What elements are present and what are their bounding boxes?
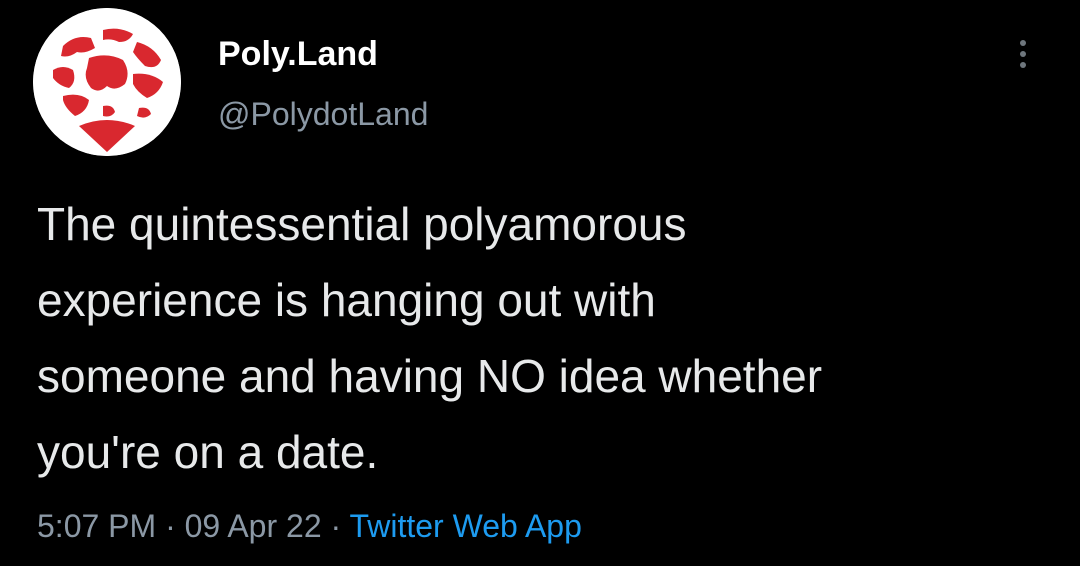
more-vertical-icon-dot bbox=[1020, 62, 1026, 68]
more-options-button[interactable] bbox=[1008, 34, 1038, 74]
tweet-card: Poly.Land @PolydotLand The quintessentia… bbox=[0, 0, 1080, 566]
tweet-text: The quintessential polyamorous experienc… bbox=[37, 186, 1057, 490]
more-vertical-icon-dot bbox=[1020, 51, 1026, 57]
tweet-text-line: someone and having NO idea whether bbox=[37, 350, 823, 402]
author-handle[interactable]: @PolydotLand bbox=[218, 94, 428, 134]
avatar[interactable] bbox=[33, 8, 181, 156]
more-vertical-icon bbox=[1020, 40, 1026, 46]
meta-separator: · bbox=[156, 508, 185, 544]
globe-logo-icon bbox=[33, 8, 181, 156]
tweet-date[interactable]: 09 Apr 22 bbox=[185, 508, 322, 544]
tweet-text-line: experience is hanging out with bbox=[37, 274, 656, 326]
tweet-source-link[interactable]: Twitter Web App bbox=[349, 508, 581, 544]
meta-separator: · bbox=[321, 508, 350, 544]
tweet-meta: 5:07 PM · 09 Apr 22 · Twitter Web App bbox=[37, 504, 582, 548]
author-display-name[interactable]: Poly.Land bbox=[218, 34, 378, 74]
tweet-text-line: you're on a date. bbox=[37, 426, 379, 478]
tweet-time[interactable]: 5:07 PM bbox=[37, 508, 156, 544]
tweet-text-line: The quintessential polyamorous bbox=[37, 198, 687, 250]
